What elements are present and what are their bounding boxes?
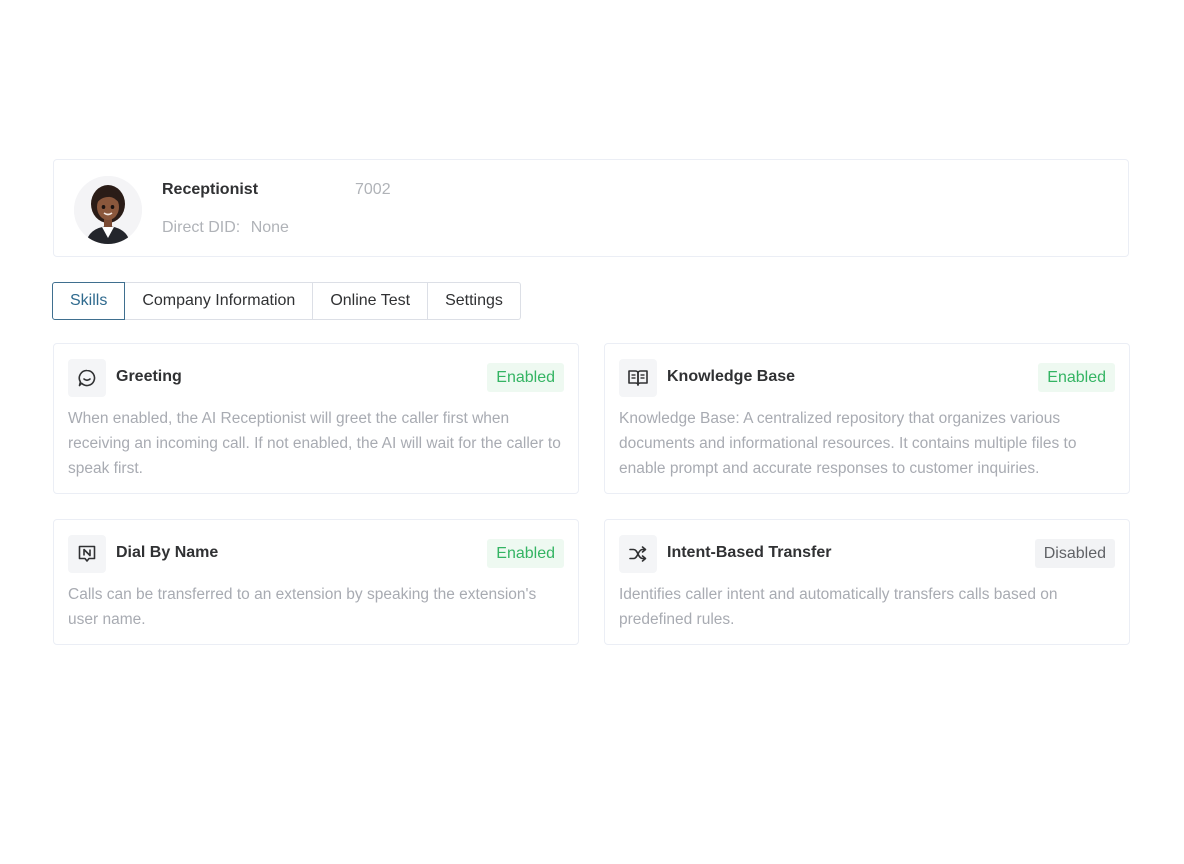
tab-online-test[interactable]: Online Test xyxy=(313,282,429,320)
chat-bubble-icon xyxy=(68,359,106,397)
avatar xyxy=(74,176,142,244)
direct-did-label: Direct DID: xyxy=(162,219,241,236)
shuffle-icon xyxy=(619,535,657,573)
skill-description: Identifies caller intent and automatical… xyxy=(619,586,1058,628)
name-tag-icon xyxy=(68,535,106,573)
direct-did-value: None xyxy=(250,219,289,236)
skill-card-dial-by-name[interactable]: Dial By Name Enabled Calls can be transf… xyxy=(53,519,579,645)
skill-card-greeting[interactable]: Greeting Enabled When enabled, the AI Re… xyxy=(53,343,579,494)
direct-did-row: Direct DID: None xyxy=(162,219,289,237)
skill-description: Calls can be transferred to an extension… xyxy=(68,586,537,628)
tab-company-information[interactable]: Company Information xyxy=(125,282,314,320)
skill-title: Knowledge Base xyxy=(667,368,796,385)
skill-title: Dial By Name xyxy=(116,544,219,561)
open-book-icon xyxy=(619,359,657,397)
status-badge: Enabled xyxy=(487,363,564,392)
skill-description: Knowledge Base: A centralized repository… xyxy=(619,410,1077,477)
avatar-illustration-icon xyxy=(74,176,142,244)
skill-description: When enabled, the AI Receptionist will g… xyxy=(68,410,561,477)
status-badge: Disabled xyxy=(1034,539,1115,568)
status-badge: Enabled xyxy=(1038,363,1115,392)
agent-profile-card: Receptionist 7002 Direct DID: None xyxy=(53,159,1129,257)
agent-extension: 7002 xyxy=(355,181,391,198)
tab-bar: Skills Company Information Online Test S… xyxy=(52,282,521,320)
skill-title: Intent-Based Transfer xyxy=(667,544,832,561)
skill-card-knowledge-base[interactable]: Knowledge Base Enabled Knowledge Base: A… xyxy=(604,343,1130,494)
tab-settings[interactable]: Settings xyxy=(428,282,521,320)
skill-card-intent-based-transfer[interactable]: Intent-Based Transfer Disabled Identifie… xyxy=(604,519,1130,645)
tab-skills[interactable]: Skills xyxy=(52,282,126,320)
agent-name: Receptionist xyxy=(162,181,259,198)
skill-title: Greeting xyxy=(116,368,182,385)
status-badge: Enabled xyxy=(487,539,564,568)
